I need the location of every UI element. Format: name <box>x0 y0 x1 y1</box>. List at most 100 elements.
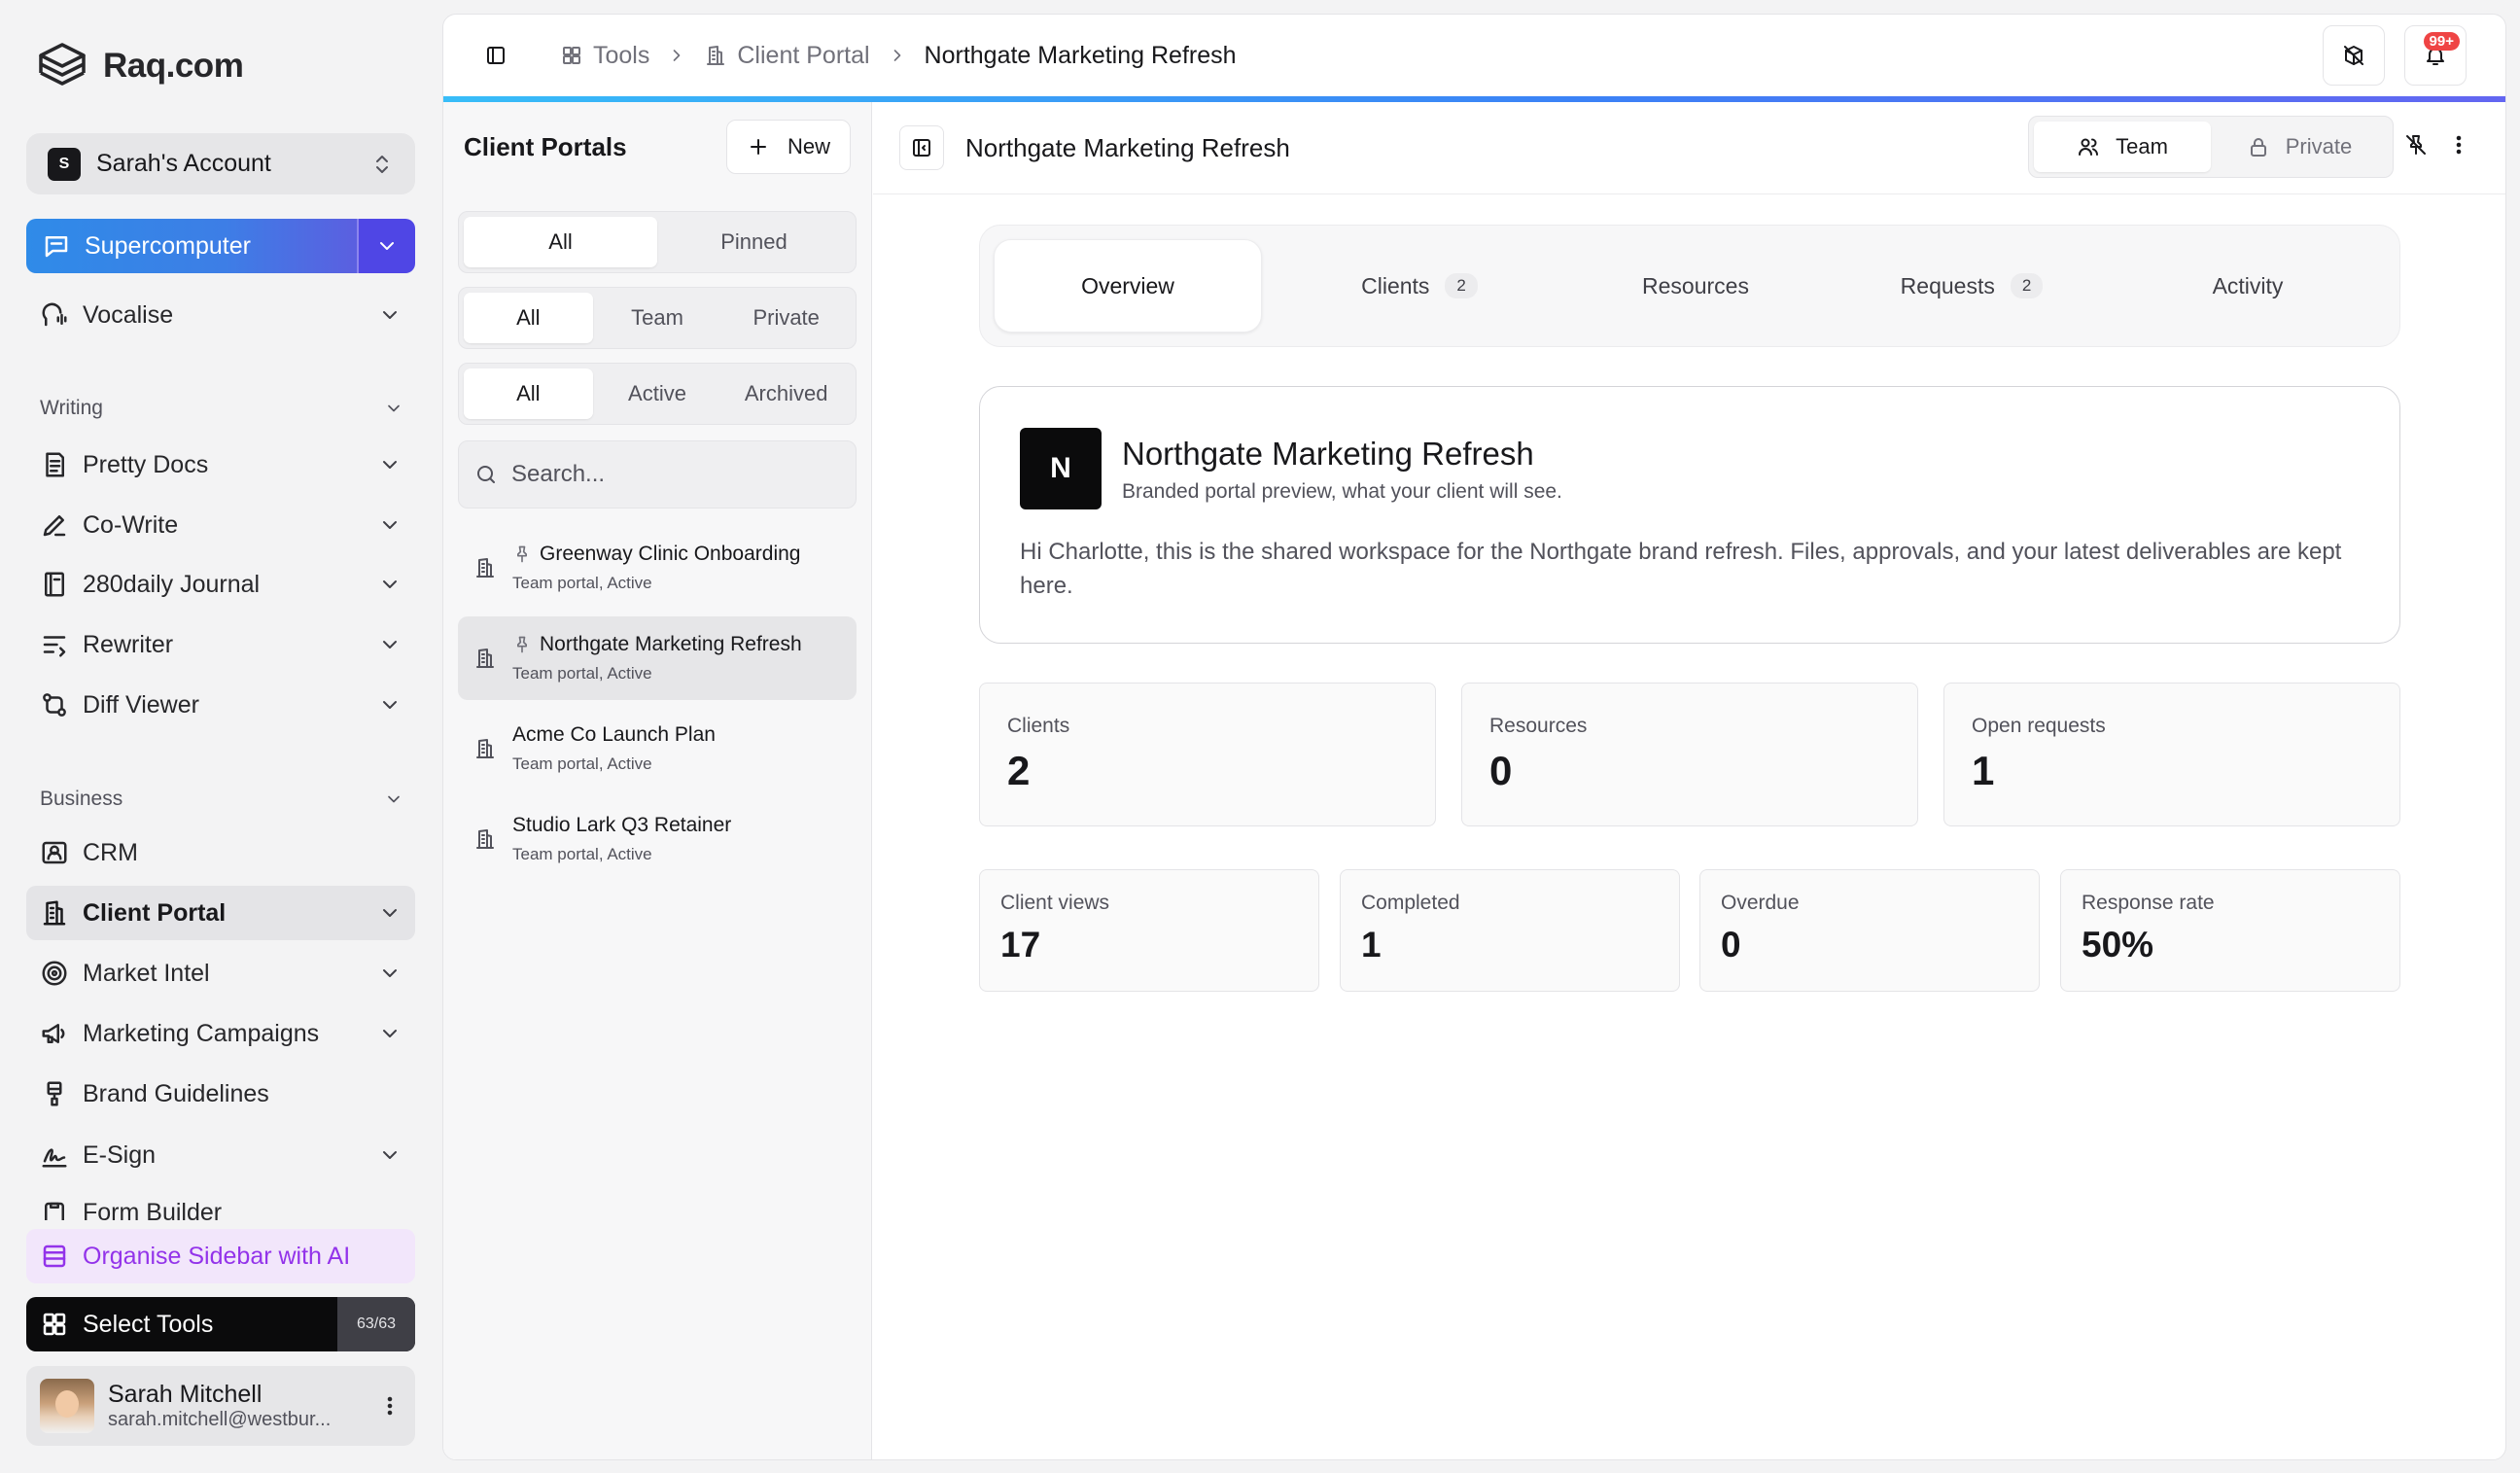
stat-open-requests: Open requests 1 <box>1943 683 2400 826</box>
sidebar-item-crm[interactable]: CRM <box>26 825 415 880</box>
filter-active[interactable]: Active <box>593 368 722 419</box>
building-icon <box>476 558 494 578</box>
filter-all[interactable]: All <box>464 368 593 419</box>
portal-subtitle: Team portal, Active <box>512 754 652 773</box>
filter-all[interactable]: All <box>464 217 657 267</box>
section-header-writing[interactable]: Writing <box>40 397 403 420</box>
portal-item-northgate[interactable]: Northgate Marketing Refresh Team portal,… <box>458 616 857 700</box>
chevron-down-icon[interactable] <box>378 901 402 925</box>
megaphone-icon <box>42 1024 65 1043</box>
portal-title: Studio Lark Q3 Retainer <box>512 814 732 836</box>
tab-overview[interactable]: Overview <box>994 239 1262 333</box>
sidebar-item-form-builder[interactable]: Form Builder <box>26 1187 415 1220</box>
chevron-down-icon <box>388 795 400 803</box>
user-profile[interactable]: Sarah Mitchell sarah.mitchell@westbur... <box>26 1366 415 1446</box>
tab-requests[interactable]: Requests 2 <box>1834 239 2110 333</box>
tab-label: Activity <box>2212 272 2284 298</box>
sidebar-item-e-sign[interactable]: E-Sign <box>26 1128 415 1182</box>
pin-icon <box>517 545 527 563</box>
filter-all[interactable]: All <box>464 293 593 343</box>
stat-value: 1 <box>1361 925 1382 964</box>
cube-button[interactable] <box>2323 25 2385 86</box>
filter-pinned-option[interactable]: Pinned <box>657 217 851 267</box>
collapse-list-button[interactable] <box>899 125 944 170</box>
sidebar-item-rewriter[interactable]: Rewriter <box>26 617 415 672</box>
building-icon <box>707 46 725 65</box>
supercomputer-button[interactable]: Supercomputer <box>26 219 357 273</box>
chevron-down-icon[interactable] <box>378 1143 402 1167</box>
audio-head-icon <box>42 302 67 327</box>
list-title: Client Portals <box>464 131 627 161</box>
search-input[interactable] <box>511 461 822 488</box>
filter-private[interactable]: Private <box>721 293 851 343</box>
chevron-down-icon[interactable] <box>378 693 402 717</box>
sidebar-toggle-icon[interactable] <box>484 44 508 67</box>
more-vertical-icon[interactable] <box>378 1394 402 1418</box>
breadcrumb: Tools Client Portal Northgate Marketing … <box>560 42 1237 70</box>
sidebar-item-280daily-journal[interactable]: 280daily Journal <box>26 557 415 612</box>
sidebar-item-market-intel[interactable]: Market Intel <box>26 946 415 1000</box>
chevron-down-icon[interactable] <box>378 453 402 476</box>
section-label: Writing <box>40 397 103 419</box>
supercomputer-dropdown-button[interactable] <box>357 219 415 273</box>
sidebar-item-label: Client Portal <box>83 898 227 927</box>
grid-icon <box>563 47 580 64</box>
pin-off-icon[interactable] <box>2404 133 2428 157</box>
sidebar-item-label: Pretty Docs <box>83 450 209 478</box>
chevron-down-icon[interactable] <box>378 1022 402 1045</box>
sidebar-item-label: Co-Write <box>83 510 179 539</box>
lock-icon <box>2250 138 2266 157</box>
breadcrumb-tools[interactable]: Tools <box>560 42 649 70</box>
breadcrumb-label: Client Portal <box>737 41 870 69</box>
tab-resources[interactable]: Resources <box>1558 239 1834 333</box>
sidebar-item-co-write[interactable]: Co-Write <box>26 498 415 552</box>
select-tools-label: Select Tools <box>83 1310 214 1338</box>
sidebar-item-client-portal[interactable]: Client Portal <box>26 886 415 940</box>
sidebar-item-pretty-docs[interactable]: Pretty Docs <box>26 438 415 492</box>
chevron-down-icon <box>388 404 400 412</box>
sidebar-item-marketing-campaigns[interactable]: Marketing Campaigns <box>26 1006 415 1061</box>
more-vertical-icon[interactable] <box>2447 133 2470 157</box>
sidebar-item-brand-guidelines[interactable]: Brand Guidelines <box>26 1067 415 1121</box>
sidebar-item-label: Form Builder <box>83 1199 223 1220</box>
stat-value: 0 <box>1489 748 1513 793</box>
notification-badge: 99+ <box>2423 32 2460 51</box>
new-portal-button[interactable]: New <box>725 120 851 174</box>
document-icon <box>46 452 64 477</box>
building-icon <box>43 900 66 926</box>
chevron-down-icon[interactable] <box>378 303 402 327</box>
section-header-business[interactable]: Business <box>40 788 403 811</box>
user-name: Sarah Mitchell <box>108 1381 262 1408</box>
chevron-down-icon[interactable] <box>378 633 402 656</box>
chevron-down-icon[interactable] <box>378 513 402 537</box>
portal-item-studio-lark[interactable]: Studio Lark Q3 Retainer Team portal, Act… <box>458 797 857 881</box>
account-switcher[interactable]: S Sarah's Account <box>26 133 415 194</box>
chevron-down-icon[interactable] <box>378 573 402 596</box>
sidebar-item-label: CRM <box>83 838 138 866</box>
sidebar-item-label: Market Intel <box>83 959 210 987</box>
preview-message: Hi Charlotte, this is the shared workspa… <box>1020 539 2342 599</box>
visibility-team[interactable]: Team <box>2034 122 2211 172</box>
chevron-right-icon <box>893 50 900 61</box>
section-label: Business <box>40 788 123 810</box>
filter-team[interactable]: Team <box>593 293 722 343</box>
visibility-private[interactable]: Private <box>2211 122 2388 172</box>
breadcrumb-client-portal[interactable]: Client Portal <box>704 41 870 70</box>
tab-clients[interactable]: Clients 2 <box>1281 239 1558 333</box>
filter-archived[interactable]: Archived <box>721 368 851 419</box>
sidebar-item-diff-viewer[interactable]: Diff Viewer <box>26 678 415 732</box>
layout-list-icon <box>43 1245 66 1268</box>
tab-activity[interactable]: Activity <box>2110 239 2386 333</box>
sidebar-item-vocalise[interactable]: Vocalise <box>26 288 415 342</box>
notifications-button[interactable]: 99+ <box>2404 25 2467 86</box>
select-tools-button[interactable]: Select Tools 63/63 <box>26 1297 415 1351</box>
portal-item-greenway[interactable]: Greenway Clinic Onboarding Team portal, … <box>458 526 857 610</box>
visibility-label: Team <box>2116 134 2168 158</box>
organise-sidebar-ai-button[interactable]: Organise Sidebar with AI <box>26 1229 415 1283</box>
detail-header: Northgate Marketing Refresh Team Private <box>873 102 2505 194</box>
users-icon <box>2079 138 2099 156</box>
filter-pinned: All Pinned <box>458 211 857 273</box>
chevron-down-icon[interactable] <box>378 962 402 985</box>
portal-item-acme[interactable]: Acme Co Launch Plan Team portal, Active <box>458 707 857 790</box>
app-logo[interactable]: Raq.com <box>35 39 244 93</box>
